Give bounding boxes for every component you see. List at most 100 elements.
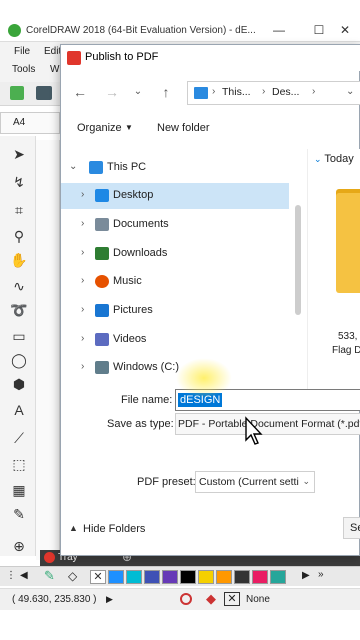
group-header-today[interactable]: ⌄ Today — [314, 153, 354, 165]
hide-folders-label: Hide Folders — [83, 523, 146, 535]
publish-to-pdf-dialog: Publish to PDF ← → ⌄ ↑ › This... › Des..… — [60, 44, 360, 556]
chevron-down-icon[interactable]: ⌄ — [69, 161, 77, 172]
tree-item-windows-c[interactable]: › Windows (C:) — [61, 355, 289, 381]
maximize-icon[interactable]: ☐ — [310, 22, 328, 38]
file-name-label: File name: — [121, 394, 173, 406]
recent-locations-icon[interactable]: ⌄ — [127, 81, 149, 103]
chevron-right-icon[interactable]: › — [81, 304, 84, 315]
tree-item-downloads[interactable]: › Downloads — [61, 241, 289, 267]
save-button-label: Se — [350, 522, 360, 534]
color-swatch[interactable] — [216, 570, 232, 584]
tree-scrollbar[interactable] — [295, 205, 301, 315]
menu-edit[interactable]: Edit — [44, 46, 61, 57]
palette-scroll-right-icon[interactable]: ▶ — [302, 570, 310, 581]
polygon-tool-icon[interactable]: ⬢ — [9, 374, 29, 394]
breadcrumb-separator: › — [312, 86, 316, 97]
page-size-field[interactable]: A4 — [0, 112, 60, 134]
new-document-icon[interactable] — [10, 86, 24, 100]
pdf-preset-select[interactable]: Custom (Current setti ⌄ — [195, 471, 315, 493]
color-swatch[interactable] — [126, 570, 142, 584]
fill-icon[interactable]: ◇ — [68, 569, 77, 583]
chevron-right-icon[interactable]: › — [81, 361, 84, 372]
no-color-swatch[interactable]: ✕ — [90, 570, 106, 584]
chevron-right-icon[interactable]: › — [81, 333, 84, 344]
connector-tool-icon[interactable]: ⬚ — [9, 454, 29, 474]
up-arrow-icon[interactable]: ↑ — [155, 81, 177, 103]
save-type-select[interactable]: PDF - Portable Document Format (*.pdf) — [175, 413, 360, 435]
menu-file[interactable]: File — [14, 46, 30, 57]
folder-icon[interactable] — [336, 193, 360, 293]
palette-scroll-left-icon[interactable]: ◀ — [20, 570, 28, 581]
save-button[interactable]: Se — [343, 517, 360, 539]
new-folder-button[interactable]: New folder — [157, 122, 210, 134]
tree-item-label: Music — [113, 275, 142, 287]
color-swatch[interactable] — [270, 570, 286, 584]
color-swatch[interactable] — [198, 570, 214, 584]
pan-tool-icon[interactable]: ✋ — [9, 250, 29, 270]
freehand-tool-icon[interactable]: ∿ — [9, 276, 29, 296]
zoom-tool-icon[interactable]: ⚲ — [9, 226, 29, 246]
forward-arrow-icon[interactable]: → — [101, 81, 123, 103]
open-folder-icon[interactable] — [36, 86, 52, 100]
chevron-right-icon[interactable]: › — [81, 275, 84, 286]
chevron-right-icon[interactable]: › — [81, 189, 84, 200]
tray-icon — [44, 552, 55, 563]
color-swatch[interactable] — [108, 570, 124, 584]
coreldraw-toolbox: ➤ ↯ ⌗ ⚲ ✋ ∿ ➰ ▭ ◯ ⬢ A ⟋ ⬚ ▦ ✎ ⊕ — [0, 136, 36, 556]
tree-item-pictures[interactable]: › Pictures — [61, 298, 289, 324]
music-icon — [95, 275, 109, 288]
command-bar: Organize ▼ New folder — [61, 115, 360, 143]
downloads-icon — [95, 247, 109, 260]
organize-button[interactable]: Organize — [77, 122, 122, 134]
rectangle-tool-icon[interactable]: ▭ — [9, 326, 29, 346]
tree-item-this-pc[interactable]: ⌄ This PC — [61, 155, 289, 181]
color-swatch[interactable] — [162, 570, 178, 584]
text-tool-icon[interactable]: A — [9, 400, 29, 420]
ellipse-tool-icon[interactable]: ◯ — [9, 350, 29, 370]
no-fill-icon: ✕ — [224, 592, 240, 606]
chevron-right-icon[interactable]: › — [81, 247, 84, 258]
shape-tool-icon[interactable]: ↯ — [9, 172, 29, 192]
coreldraw-window-title: CorelDRAW 2018 (64-Bit Evaluation Versio… — [26, 25, 256, 36]
menu-tools[interactable]: Tools — [12, 64, 35, 75]
group-header-label: Today — [324, 153, 354, 165]
organize-dropdown-icon: ▼ — [125, 123, 133, 132]
videos-icon — [95, 333, 109, 346]
breadcrumb-this-pc[interactable]: This... — [222, 86, 251, 98]
artistic-media-icon[interactable]: ➰ — [9, 300, 29, 320]
chevron-down-icon: ⌄ — [302, 476, 310, 486]
pick-tool-icon[interactable]: ➤ — [9, 144, 29, 164]
breadcrumb-desktop[interactable]: Des... — [272, 86, 299, 98]
crop-tool-icon[interactable]: ⌗ — [9, 200, 29, 220]
address-bar[interactable]: › This... › Des... › ⌄ — [187, 81, 360, 105]
parallel-dimension-icon[interactable]: ⟋ — [9, 428, 29, 448]
chevron-right-icon[interactable]: › — [81, 218, 84, 229]
tree-item-music[interactable]: › Music — [61, 269, 289, 295]
color-swatch[interactable] — [144, 570, 160, 584]
color-swatch[interactable] — [180, 570, 196, 584]
coreldraw-app-icon — [8, 24, 21, 37]
save-type-row: Save as type: PDF - Portable Document Fo… — [61, 413, 360, 437]
tree-item-videos[interactable]: › Videos — [61, 327, 289, 353]
palette-left-icon[interactable]: ⋮ — [6, 570, 16, 581]
close-icon[interactable]: ✕ — [336, 22, 354, 38]
palette-expand-icon[interactable]: » — [318, 569, 324, 580]
add-tool-icon[interactable]: ⊕ — [9, 536, 29, 556]
tree-item-documents[interactable]: › Documents — [61, 212, 289, 238]
back-arrow-icon[interactable]: ← — [69, 81, 91, 103]
shadow-tool-icon[interactable]: ▦ — [9, 480, 29, 500]
minimize-icon[interactable]: — — [270, 22, 288, 38]
pdf-preset-label: PDF preset: — [137, 476, 196, 488]
eyedropper-tool-icon[interactable]: ✎ — [9, 504, 29, 524]
color-swatch[interactable] — [252, 570, 268, 584]
status-arrow-icon[interactable]: ▶ — [106, 594, 113, 605]
color-proof-icon[interactable] — [180, 593, 192, 605]
breadcrumb-dropdown-icon[interactable]: ⌄ — [346, 86, 354, 97]
menu-window[interactable]: W — [50, 64, 59, 75]
fill-status: None — [246, 594, 270, 605]
breadcrumb-separator: › — [212, 86, 216, 97]
color-swatch[interactable] — [234, 570, 250, 584]
pdf-icon — [67, 51, 81, 65]
tree-item-desktop[interactable]: › Desktop — [61, 183, 289, 209]
eyedropper-icon[interactable]: ✎ — [44, 568, 55, 584]
